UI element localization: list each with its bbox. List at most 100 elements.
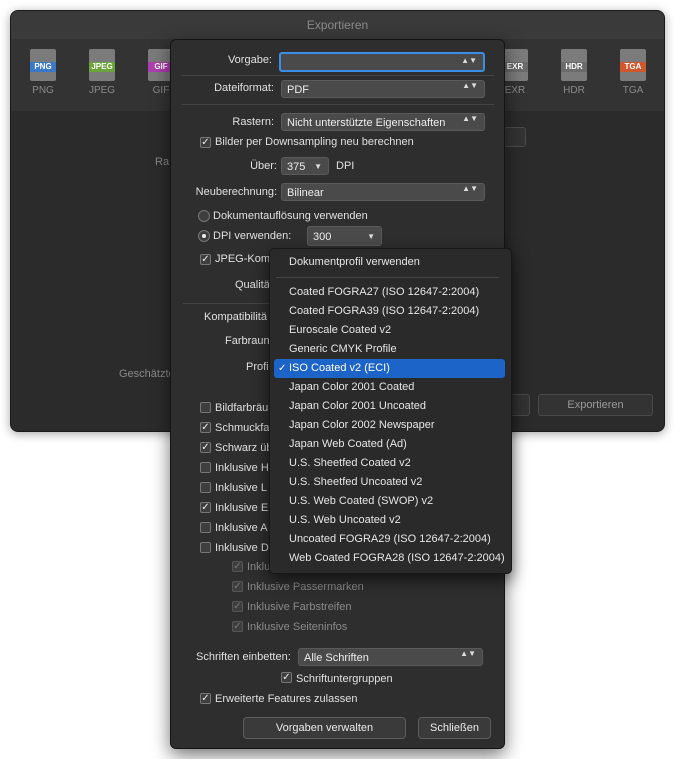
- jpeg-file-icon: JPEG: [89, 49, 115, 81]
- format-label: PNG: [32, 85, 54, 96]
- font-subsets-checkbox[interactable]: ✓: [281, 672, 292, 683]
- option-label: Inklusive A: [215, 522, 268, 534]
- over-combo[interactable]: 375 ▼: [281, 157, 329, 175]
- resample-select[interactable]: Bilinear ▲▼: [281, 183, 485, 201]
- popup-arrows-icon: ▲▼: [460, 649, 476, 658]
- option-checkbox[interactable]: [200, 522, 211, 533]
- raster-select[interactable]: Nicht unterstützte Eigenschaften ▲▼: [281, 113, 485, 131]
- sub-option-checkbox[interactable]: ✓: [232, 561, 243, 572]
- menu-item[interactable]: Generic CMYK Profile: [274, 340, 505, 359]
- over-label: Über:: [250, 160, 277, 172]
- option-label: Inklusive L: [215, 482, 267, 494]
- jpeg-compression-label: JPEG-Komp: [215, 253, 277, 265]
- manage-presets-button[interactable]: Vorgaben verwalten: [243, 717, 406, 739]
- profile-label: Profi: [246, 361, 269, 373]
- jpeg-compression-checkbox[interactable]: ✓: [200, 254, 211, 265]
- sub-option-checkbox[interactable]: ✓: [232, 621, 243, 632]
- doc-resolution-radio[interactable]: [198, 210, 210, 222]
- dropdown-arrow-icon: ▼: [367, 232, 375, 241]
- use-dpi-label: DPI verwenden:: [213, 230, 292, 242]
- format-png[interactable]: PNG PNG: [23, 49, 63, 96]
- menu-item[interactable]: Japan Web Coated (Ad): [274, 435, 505, 454]
- divider: [181, 75, 494, 76]
- popup-arrows-icon: ▲▼: [462, 114, 478, 123]
- option-checkbox[interactable]: [200, 462, 211, 473]
- sub-option-label: Inklusive Farbstreifen: [247, 601, 352, 613]
- divider: [181, 104, 494, 105]
- checkmark-icon: ✓: [278, 363, 287, 374]
- menu-item[interactable]: U.S. Web Coated (SWOP) v2: [274, 492, 505, 511]
- exr-file-icon: EXR: [502, 49, 528, 81]
- colorspace-label: Farbraun: [225, 335, 270, 347]
- menu-item[interactable]: Euroscale Coated v2: [274, 321, 505, 340]
- option-label: Inklusive H: [215, 462, 269, 474]
- option-checkbox[interactable]: ✓: [200, 442, 211, 453]
- use-dpi-combo[interactable]: 300 ▼: [307, 226, 382, 246]
- option-checkbox[interactable]: [200, 542, 211, 553]
- option-label: Inklusive D: [215, 542, 269, 554]
- divider: [183, 303, 269, 304]
- menu-item[interactable]: Japan Color 2001 Coated: [274, 378, 505, 397]
- sub-option-label: Inklusive Passermarken: [247, 581, 364, 593]
- advanced-features-checkbox[interactable]: ✓: [200, 693, 211, 704]
- format-label: TGA: [622, 85, 644, 96]
- menu-item[interactable]: Japan Color 2002 Newspaper: [274, 416, 505, 435]
- option-checkbox[interactable]: [200, 402, 211, 413]
- resample-label: Neuberechnung:: [195, 186, 277, 198]
- advanced-features-label: Erweiterte Features zulassen: [215, 693, 358, 705]
- downsampling-label: Bilder per Downsampling neu berechnen: [215, 136, 414, 148]
- format-label: Dateiformat:: [214, 82, 274, 94]
- font-subsets-label: Schriftuntergruppen: [296, 673, 393, 685]
- menu-item[interactable]: U.S. Web Uncoated v2: [274, 511, 505, 530]
- menu-item-selected[interactable]: ✓ ISO Coated v2 (ECI): [274, 359, 505, 378]
- format-jpeg[interactable]: JPEG JPEG: [82, 49, 122, 96]
- menu-separator: [276, 277, 499, 278]
- sub-option-checkbox[interactable]: ✓: [232, 581, 243, 592]
- quality-label: Qualitä: [235, 279, 270, 291]
- popup-arrows-icon: ▲▼: [461, 56, 477, 65]
- popup-arrows-icon: ▲▼: [462, 184, 478, 193]
- embed-fonts-label: Schriften einbetten:: [196, 651, 291, 663]
- menu-item[interactable]: Coated FOGRA39 (ISO 12647-2:2004): [274, 302, 505, 321]
- downsampling-checkbox[interactable]: ✓: [200, 137, 211, 148]
- format-label: JPEG: [88, 85, 116, 96]
- preset-label: Vorgabe:: [227, 54, 272, 66]
- option-label: Schmuckfa: [215, 422, 270, 434]
- preset-select[interactable]: ▲▼: [279, 52, 485, 72]
- export-button[interactable]: Exportieren: [538, 394, 653, 416]
- menu-item[interactable]: U.S. Sheetfed Uncoated v2: [274, 473, 505, 492]
- option-label: Inklusive E: [215, 502, 269, 514]
- close-button[interactable]: Schließen: [418, 717, 491, 739]
- tga-file-icon: TGA: [620, 49, 646, 81]
- format-select[interactable]: PDF ▲▼: [281, 80, 485, 98]
- sub-option-label: Inklusive Seiteninfos: [247, 621, 348, 633]
- profile-dropdown-menu: Dokumentprofil verwenden Coated FOGRA27 …: [269, 248, 512, 574]
- dropdown-arrow-icon: ▼: [314, 162, 322, 171]
- embed-fonts-select[interactable]: Alle Schriften ▲▼: [298, 648, 483, 666]
- use-dpi-radio[interactable]: [198, 230, 210, 242]
- dpi-unit-label: DPI: [336, 160, 355, 172]
- menu-item[interactable]: Dokumentprofil verwenden: [274, 253, 505, 272]
- menu-item[interactable]: Web Coated FOGRA28 (ISO 12647-2:2004): [274, 549, 505, 568]
- option-checkbox[interactable]: ✓: [200, 422, 211, 433]
- menu-item[interactable]: Japan Color 2001 Uncoated: [274, 397, 505, 416]
- option-checkbox[interactable]: [200, 482, 211, 493]
- popup-arrows-icon: ▲▼: [462, 81, 478, 90]
- format-hdr[interactable]: HDR HDR: [554, 49, 594, 96]
- estimated-size-label: Geschätzte: [119, 368, 175, 380]
- export-window-title: Exportieren: [11, 11, 664, 39]
- menu-item[interactable]: U.S. Sheetfed Coated v2: [274, 454, 505, 473]
- menu-item[interactable]: Uncoated FOGRA29 (ISO 12647-2:2004): [274, 530, 505, 549]
- option-label: Schwarz üb: [215, 442, 273, 454]
- format-label: HDR: [563, 85, 585, 96]
- raster-partial-label: Ra: [155, 156, 170, 168]
- menu-item[interactable]: Coated FOGRA27 (ISO 12647-2:2004): [274, 283, 505, 302]
- png-file-icon: PNG: [30, 49, 56, 81]
- option-label: Bildfarbräu: [215, 402, 269, 414]
- doc-resolution-label: Dokumentauflösung verwenden: [213, 210, 368, 222]
- background-field: [504, 127, 526, 147]
- compatibility-label: Kompatibilitä: [204, 311, 267, 323]
- format-tga[interactable]: TGA TGA: [613, 49, 653, 96]
- option-checkbox[interactable]: ✓: [200, 502, 211, 513]
- sub-option-checkbox[interactable]: ✓: [232, 601, 243, 612]
